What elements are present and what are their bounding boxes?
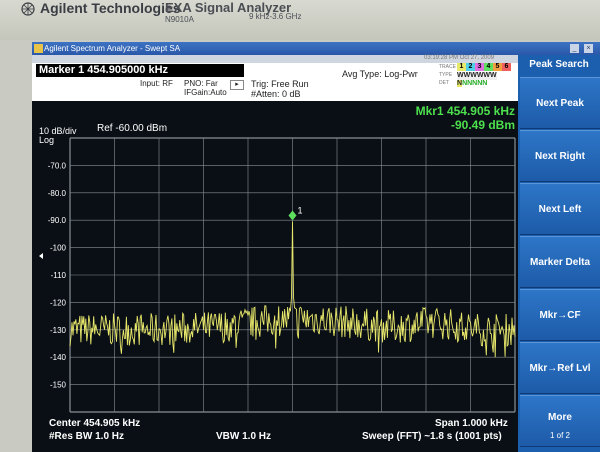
marker-delta-softkey[interactable]: Marker Delta	[520, 236, 600, 288]
left-edge-arrow-icon	[39, 253, 43, 259]
sweep-time[interactable]: Sweep (FFT) ~1.8 s (1001 pts)	[362, 431, 502, 442]
frequency-span[interactable]: Span 1.000 kHz	[435, 418, 508, 429]
y-axis-tick-label: -110	[51, 271, 67, 280]
mkr-to-ref-lvl-softkey[interactable]: Mkr→Ref Lvl	[520, 342, 600, 394]
more-softkey[interactable]: More 1 of 2	[520, 395, 600, 447]
video-bandwidth[interactable]: VBW 1.0 Hz	[216, 431, 271, 442]
brand-name: Agilent Technologies	[40, 0, 181, 16]
softkey-menu-title: Peak Search	[518, 55, 600, 75]
mkr-to-cf-softkey[interactable]: Mkr→CF	[520, 289, 600, 341]
more-softkey-page: 1 of 2	[549, 431, 570, 440]
next-left-softkey[interactable]: Next Left	[520, 183, 600, 235]
graticule	[69, 137, 516, 413]
resolution-bandwidth[interactable]: #Res BW 1.0 Hz	[49, 431, 124, 442]
spectrum-plot[interactable]: -70.0-80.0-90.0-100-110-120-130-140-150 …	[32, 42, 600, 452]
marker-1-label: 1	[298, 206, 303, 216]
y-axis-tick-label: -70.0	[48, 161, 67, 170]
analyzer-screen: Agilent Spectrum Analyzer - Swept SA _ ×…	[32, 42, 600, 452]
y-axis-tick-label: -80.0	[48, 189, 67, 198]
next-peak-softkey[interactable]: Next Peak	[520, 77, 600, 129]
marker-1-diamond	[288, 210, 297, 221]
y-axis-tick-label: -150	[50, 381, 67, 390]
y-axis-tick-label: -90.0	[48, 216, 67, 225]
freq-range: 9 kHz-3.6 GHz	[249, 12, 302, 21]
center-frequency[interactable]: Center 454.905 kHz	[49, 418, 140, 429]
next-right-softkey[interactable]: Next Right	[520, 130, 600, 182]
y-axis-tick-label: -100	[50, 244, 67, 253]
more-softkey-label: More	[548, 412, 572, 423]
y-axis-tick-label: -140	[50, 353, 67, 362]
y-axis-labels: -70.0 -80.0 -90.0 -100 -110 -120 -130 -140 -150	[48, 161, 67, 389]
softkey-panel: Peak Search Next Peak Next Right Next Le…	[518, 55, 600, 452]
agilent-logo-icon	[21, 2, 35, 16]
y-axis-tick-label: -120	[50, 298, 67, 307]
y-axis-tick-label: -130	[50, 326, 67, 335]
